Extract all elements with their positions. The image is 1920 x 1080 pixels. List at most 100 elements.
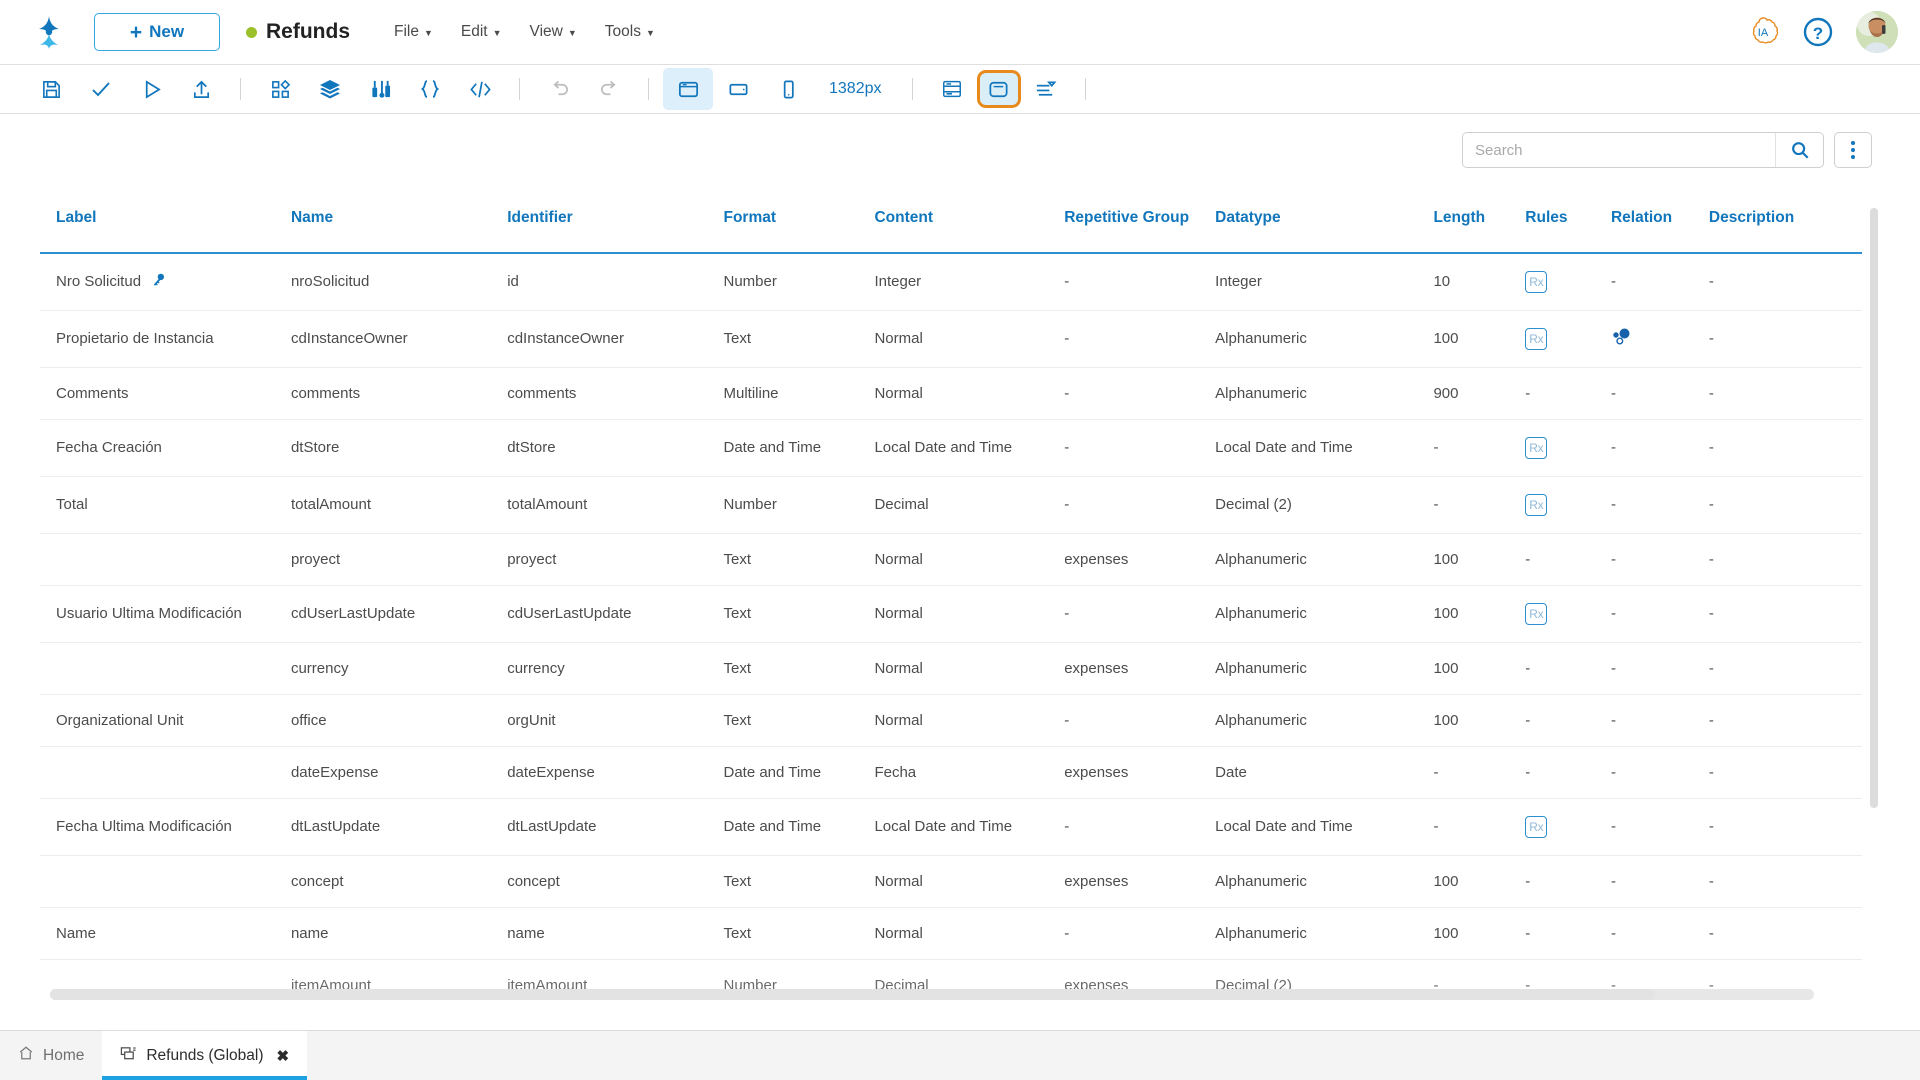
cell-repetitive[interactable]: expenses xyxy=(1064,855,1215,907)
cell-description[interactable]: - xyxy=(1709,798,1862,855)
vertical-scroll-thumb[interactable] xyxy=(1870,208,1878,808)
cell-name[interactable]: nroSolicitud xyxy=(291,253,507,311)
cell-relation[interactable]: - xyxy=(1611,367,1709,419)
column-header-rules[interactable]: Rules xyxy=(1525,186,1611,253)
table-row[interactable]: Propietario de InstanciacdInstanceOwnerc… xyxy=(40,310,1862,367)
cell-label[interactable] xyxy=(40,855,291,907)
modules-icon[interactable] xyxy=(255,68,305,110)
rules-badge-icon[interactable]: Rx xyxy=(1525,328,1547,350)
cell-format[interactable]: Text xyxy=(723,585,874,642)
cell-relation[interactable]: - xyxy=(1611,746,1709,798)
cell-datatype[interactable]: Decimal (2) xyxy=(1215,476,1433,533)
cell-description[interactable]: - xyxy=(1709,585,1862,642)
menu-edit[interactable]: Edit ▼ xyxy=(461,23,502,41)
cell-content[interactable]: Local Date and Time xyxy=(874,419,1064,476)
cell-content[interactable]: Normal xyxy=(874,642,1064,694)
cell-datatype[interactable]: Local Date and Time xyxy=(1215,419,1433,476)
menu-file[interactable]: File ▼ xyxy=(394,23,433,41)
menu-tools[interactable]: Tools ▼ xyxy=(605,23,655,41)
cell-label[interactable]: Nro Solicitud xyxy=(40,253,291,311)
cell-relation[interactable]: - xyxy=(1611,419,1709,476)
table-row[interactable]: proyectproyectTextNormalexpensesAlphanum… xyxy=(40,533,1862,585)
column-header-identifier[interactable]: Identifier xyxy=(507,186,723,253)
table-row[interactable]: NamenamenameTextNormal-Alphanumeric100--… xyxy=(40,907,1862,959)
braces-icon[interactable] xyxy=(405,68,455,110)
cell-relation[interactable]: - xyxy=(1611,476,1709,533)
new-button[interactable]: + New xyxy=(94,13,220,51)
cell-length[interactable]: 100 xyxy=(1433,907,1525,959)
cell-rules[interactable]: Rx xyxy=(1525,253,1611,311)
cell-name[interactable]: proyect xyxy=(291,533,507,585)
cell-length[interactable]: - xyxy=(1433,419,1525,476)
column-header-format[interactable]: Format xyxy=(723,186,874,253)
cell-content[interactable]: Normal xyxy=(874,533,1064,585)
cell-identifier[interactable]: proyect xyxy=(507,533,723,585)
cell-datatype[interactable]: Alphanumeric xyxy=(1215,642,1433,694)
cell-identifier[interactable]: concept xyxy=(507,855,723,907)
column-header-content[interactable]: Content xyxy=(874,186,1064,253)
more-options-icon[interactable] xyxy=(1834,132,1872,168)
cell-rules[interactable]: - xyxy=(1525,533,1611,585)
code-tags-icon[interactable] xyxy=(455,68,505,110)
rules-badge-icon[interactable]: Rx xyxy=(1525,494,1547,516)
cell-label[interactable]: Name xyxy=(40,907,291,959)
cell-format[interactable]: Date and Time xyxy=(723,746,874,798)
cell-relation[interactable]: - xyxy=(1611,855,1709,907)
cell-repetitive[interactable]: expenses xyxy=(1064,642,1215,694)
cell-repetitive[interactable]: - xyxy=(1064,310,1215,367)
cell-description[interactable]: - xyxy=(1709,310,1862,367)
cell-rules[interactable]: - xyxy=(1525,855,1611,907)
cell-content[interactable]: Local Date and Time xyxy=(874,798,1064,855)
cell-identifier[interactable]: comments xyxy=(507,367,723,419)
cell-label[interactable]: Propietario de Instancia xyxy=(40,310,291,367)
cell-relation[interactable]: - xyxy=(1611,907,1709,959)
cell-identifier[interactable]: totalAmount xyxy=(507,476,723,533)
cell-format[interactable]: Text xyxy=(723,907,874,959)
cell-name[interactable]: currency xyxy=(291,642,507,694)
cell-format[interactable]: Text xyxy=(723,310,874,367)
cell-repetitive[interactable]: - xyxy=(1064,585,1215,642)
cell-rules[interactable]: - xyxy=(1525,907,1611,959)
cell-length[interactable]: 10 xyxy=(1433,253,1525,311)
check-icon[interactable] xyxy=(76,68,126,110)
cell-format[interactable]: Number xyxy=(723,476,874,533)
cell-rules[interactable]: - xyxy=(1525,694,1611,746)
cell-datatype[interactable]: Alphanumeric xyxy=(1215,907,1433,959)
cell-identifier[interactable]: name xyxy=(507,907,723,959)
form-layout-icon[interactable] xyxy=(927,68,977,110)
cell-name[interactable]: totalAmount xyxy=(291,476,507,533)
cell-datatype[interactable]: Alphanumeric xyxy=(1215,533,1433,585)
cell-label[interactable] xyxy=(40,746,291,798)
cell-datatype[interactable]: Local Date and Time xyxy=(1215,798,1433,855)
cell-format[interactable]: Date and Time xyxy=(723,419,874,476)
cell-repetitive[interactable]: - xyxy=(1064,907,1215,959)
cell-relation[interactable]: - xyxy=(1611,642,1709,694)
search-input[interactable] xyxy=(1463,133,1775,167)
cell-name[interactable]: dtStore xyxy=(291,419,507,476)
cell-length[interactable]: 900 xyxy=(1433,367,1525,419)
table-row[interactable]: Fecha Ultima ModificacióndtLastUpdatedtL… xyxy=(40,798,1862,855)
tab-refunds[interactable]: Refunds (Global) ✖ xyxy=(102,1031,307,1080)
cell-length[interactable]: 100 xyxy=(1433,642,1525,694)
horizontal-scrollbar[interactable] xyxy=(50,989,1814,1000)
cell-rules[interactable]: - xyxy=(1525,746,1611,798)
cell-repetitive[interactable]: expenses xyxy=(1064,746,1215,798)
search-box[interactable] xyxy=(1462,132,1824,168)
ia-badge-icon[interactable]: IA xyxy=(1746,15,1780,49)
cell-label[interactable]: Comments xyxy=(40,367,291,419)
column-header-label[interactable]: Label xyxy=(40,186,291,253)
cell-length[interactable]: 100 xyxy=(1433,310,1525,367)
rules-badge-icon[interactable]: Rx xyxy=(1525,603,1547,625)
cell-format[interactable]: Multiline xyxy=(723,367,874,419)
table-row[interactable]: Fecha CreacióndtStoredtStoreDate and Tim… xyxy=(40,419,1862,476)
export-icon[interactable] xyxy=(176,68,226,110)
cell-relation[interactable]: - xyxy=(1611,798,1709,855)
cell-rules[interactable]: - xyxy=(1525,367,1611,419)
cell-content[interactable]: Normal xyxy=(874,694,1064,746)
cell-description[interactable]: - xyxy=(1709,907,1862,959)
cell-datatype[interactable]: Alphanumeric xyxy=(1215,855,1433,907)
menu-view[interactable]: View ▼ xyxy=(530,23,577,41)
cell-description[interactable]: - xyxy=(1709,746,1862,798)
search-icon[interactable] xyxy=(1775,133,1823,167)
help-question-icon[interactable]: ? xyxy=(1802,16,1834,48)
